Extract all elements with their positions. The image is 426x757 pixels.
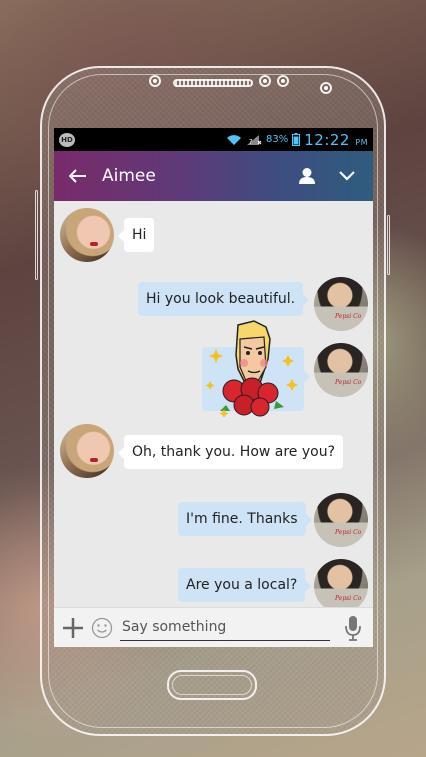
status-bar: HD ? 83% 12:22 PM <box>54 128 373 151</box>
message-incoming[interactable]: Oh, thank you. How are you? <box>117 435 344 469</box>
signal-icon: ? <box>246 134 262 146</box>
phone-screen: HD ? 83% 12:22 PM Aimee Hi Pepsi Co Hi y… <box>54 128 373 647</box>
microphone-icon[interactable] <box>339 614 367 642</box>
plus-icon[interactable] <box>60 615 86 641</box>
power-button <box>387 215 390 275</box>
person-icon[interactable] <box>291 160 323 192</box>
home-button[interactable] <box>167 670 257 700</box>
clock-time: 12:22 <box>304 130 350 149</box>
avatar-me[interactable] <box>314 277 368 331</box>
arrow-left-icon[interactable] <box>66 164 90 188</box>
svg-text:?: ? <box>249 138 253 146</box>
battery-icon <box>292 133 301 146</box>
composer-bar <box>54 607 373 647</box>
chat-header: Aimee <box>54 151 373 201</box>
clock-ampm: PM <box>355 137 368 147</box>
wifi-icon <box>226 134 242 146</box>
message-outgoing[interactable]: Hi you look beautiful. <box>138 282 310 316</box>
avatar-me[interactable] <box>314 343 368 397</box>
earpiece-speaker <box>173 79 253 87</box>
message-outgoing[interactable]: I'm fine. Thanks <box>178 502 312 536</box>
sensor-dot <box>259 75 271 87</box>
front-camera <box>320 82 332 94</box>
battery-percent: 83% <box>266 134 289 145</box>
message-incoming[interactable]: Hi <box>117 218 155 252</box>
contact-name: Aimee <box>102 166 156 186</box>
hd-icon: HD <box>59 132 75 147</box>
sensor-dot <box>277 75 289 87</box>
rose-bouquet-sticker <box>205 320 298 417</box>
avatar-aimee[interactable] <box>60 208 114 262</box>
avatar-me[interactable] <box>314 493 368 547</box>
chevron-down-icon[interactable] <box>331 160 363 192</box>
message-input[interactable] <box>120 614 330 641</box>
message-outgoing[interactable]: Are you a local? <box>178 568 312 602</box>
volume-button <box>35 190 38 280</box>
clock: 12:22 PM <box>304 131 368 149</box>
sensor-dot <box>149 75 161 87</box>
message-list[interactable]: Hi Hi you look beautiful. <box>54 201 373 613</box>
smiley-icon[interactable] <box>90 616 114 640</box>
avatar-me[interactable] <box>314 559 368 613</box>
avatar-aimee[interactable] <box>60 424 114 478</box>
